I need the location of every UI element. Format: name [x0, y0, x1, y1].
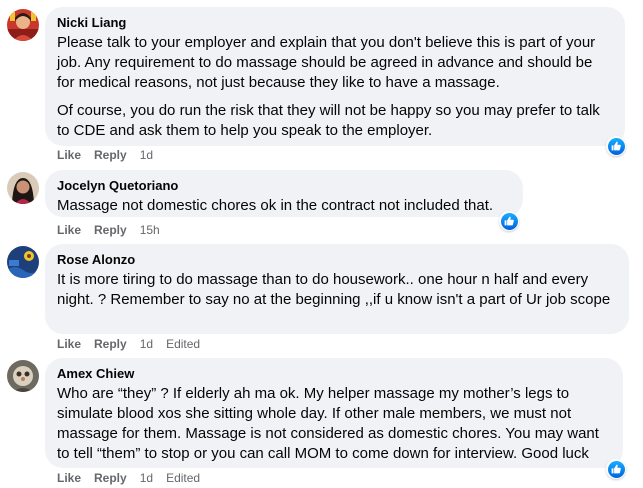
reaction-badge[interactable] — [499, 211, 519, 231]
like-button[interactable]: Like — [57, 222, 81, 238]
comment-author[interactable]: Jocelyn Quetoriano — [57, 178, 511, 194]
like-button[interactable]: Like — [57, 147, 81, 163]
comment-bubble: Nicki Liang Please talk to your employer… — [45, 7, 625, 146]
comment-bubble: Rose Alonzo It is more tiring to do mass… — [45, 244, 629, 334]
comment-timestamp[interactable]: 15h — [140, 222, 160, 238]
comment-actions: Like Reply 1d Edited — [57, 470, 213, 486]
avatar[interactable] — [7, 9, 39, 41]
like-icon — [607, 460, 625, 478]
reaction-badge[interactable] — [606, 459, 626, 479]
comment-timestamp[interactable]: 1d — [140, 147, 153, 163]
avatar[interactable] — [7, 360, 39, 392]
avatar[interactable] — [7, 172, 39, 204]
comment-timestamp[interactable]: 1d — [140, 336, 153, 352]
comment-text: It is more tiring to do massage than to … — [57, 270, 617, 310]
comment-text: Massage not domestic chores ok in the co… — [57, 196, 511, 216]
comment-actions: Like Reply 15h — [57, 222, 173, 238]
comment-text: Please talk to your employer and explain… — [57, 33, 613, 141]
comment-paragraph: Please talk to your employer and explain… — [57, 34, 596, 91]
comment-paragraph: Who are “they” ? If elderly ah ma ok. My… — [57, 385, 599, 462]
comment-actions: Like Reply 1d Edited — [57, 336, 213, 352]
comment-actions: Like Reply 1d — [57, 147, 166, 163]
reply-button[interactable]: Reply — [94, 222, 127, 238]
comment-author[interactable]: Nicki Liang — [57, 15, 613, 31]
reply-button[interactable]: Reply — [94, 147, 127, 163]
like-button[interactable]: Like — [57, 336, 81, 352]
edited-label[interactable]: Edited — [166, 336, 200, 352]
like-icon — [500, 212, 518, 230]
reply-button[interactable]: Reply — [94, 470, 127, 486]
comment-bubble: Jocelyn Quetoriano Massage not domestic … — [45, 170, 523, 217]
comment-paragraph: Massage not domestic chores ok in the co… — [57, 197, 494, 214]
like-button[interactable]: Like — [57, 470, 81, 486]
like-icon — [607, 137, 625, 155]
edited-label[interactable]: Edited — [166, 470, 200, 486]
comment-paragraph: It is more tiring to do massage than to … — [57, 271, 611, 308]
comment-paragraph: Of course, you do run the risk that they… — [57, 102, 600, 139]
comment-text: Who are “they” ? If elderly ah ma ok. My… — [57, 384, 611, 464]
comment-timestamp[interactable]: 1d — [140, 470, 153, 486]
comment-author[interactable]: Rose Alonzo — [57, 252, 617, 268]
reply-button[interactable]: Reply — [94, 336, 127, 352]
avatar[interactable] — [7, 246, 39, 278]
comment-bubble: Amex Chiew Who are “they” ? If elderly a… — [45, 358, 623, 468]
reaction-badge[interactable] — [606, 136, 626, 156]
comment-author[interactable]: Amex Chiew — [57, 366, 611, 382]
